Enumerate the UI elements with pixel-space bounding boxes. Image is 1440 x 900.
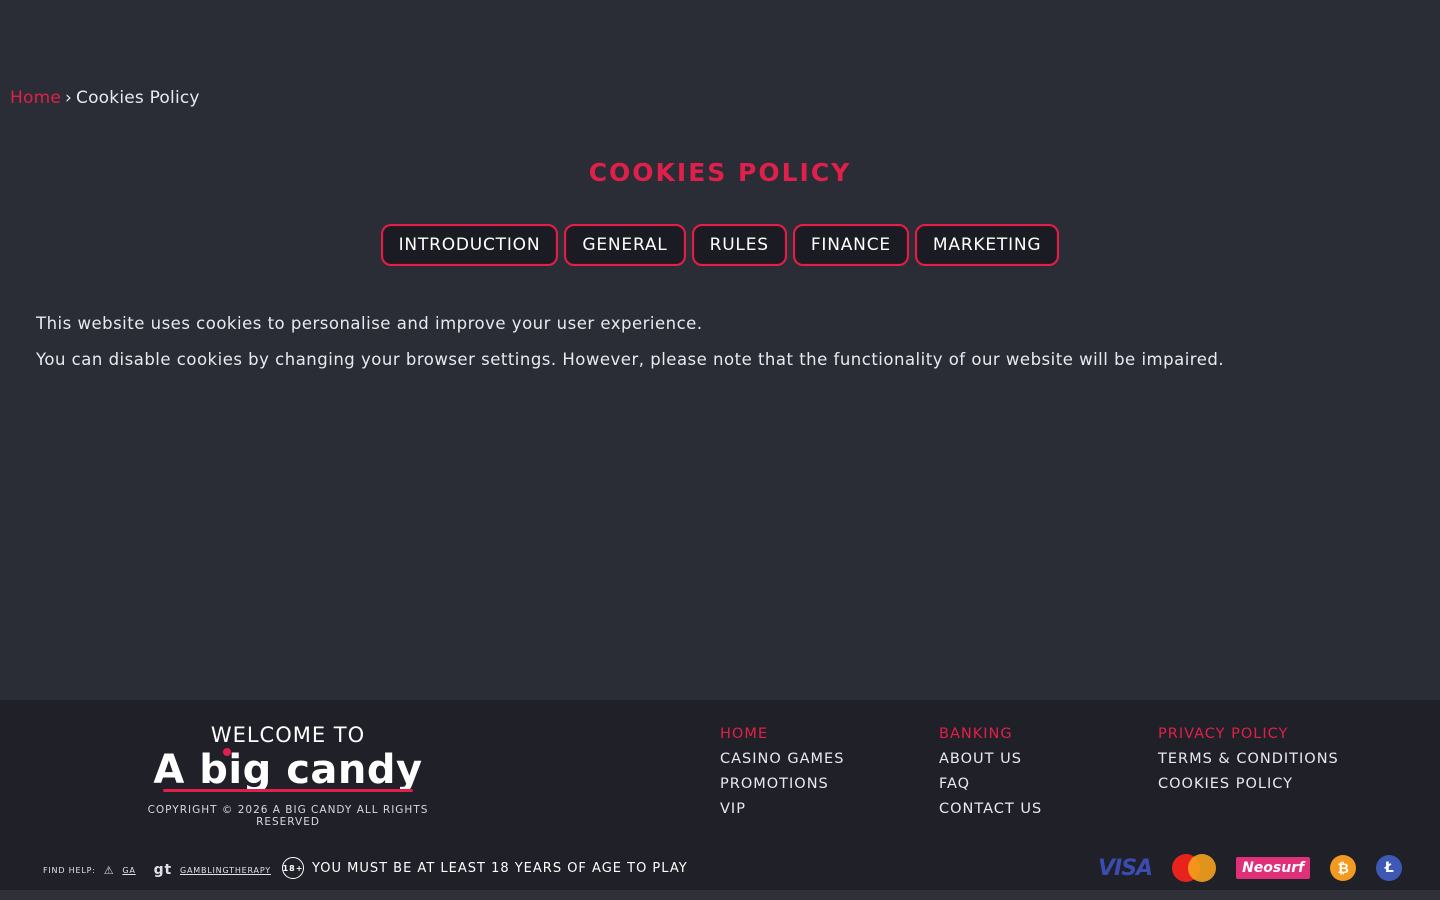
footer-link-casino-games[interactable]: CASINO GAMES [720, 747, 844, 772]
breadcrumb-home-link[interactable]: Home [10, 88, 61, 108]
breadcrumb-current: Cookies Policy [76, 88, 200, 108]
policy-paragraph: You can disable cookies by changing your… [36, 350, 1225, 369]
age-18-icon: 18+ [282, 857, 304, 879]
footer-link-home[interactable]: HOME [720, 722, 844, 747]
footer-link-banking[interactable]: BANKING [939, 722, 1042, 747]
bottom-strip [0, 890, 1440, 900]
footer-link-privacy-policy[interactable]: PRIVACY POLICY [1158, 722, 1339, 747]
copyright-text: COPYRIGHT © 2026 A BIG CANDY ALL RIGHTS … [147, 804, 429, 828]
site-logo[interactable]: A big candy [153, 748, 422, 792]
age-notice: 18+ YOU MUST BE AT LEAST 18 YEARS OF AGE… [282, 857, 688, 879]
section-tabs: INTRODUCTION GENERAL RULES FINANCE MARKE… [0, 224, 1440, 266]
welcome-text: WELCOME TO [210, 723, 366, 747]
tab-finance[interactable]: FINANCE [792, 224, 909, 266]
policy-paragraph: This website uses cookies to personalise… [36, 314, 703, 333]
footer-links-col1: HOME CASINO GAMES PROMOTIONS VIP [720, 722, 844, 822]
find-help-label: FIND HELP: [43, 865, 96, 875]
gambling-therapy-link[interactable]: GAMBLINGTHERAPY [180, 866, 271, 875]
footer-link-vip[interactable]: VIP [720, 797, 844, 822]
gamblers-anonymous-icon[interactable]: ⚠ [104, 864, 115, 877]
page-title: COOKIES POLICY [588, 158, 852, 187]
breadcrumb: Home › Cookies Policy [10, 88, 200, 108]
footer-link-faq[interactable]: FAQ [939, 772, 1042, 797]
age-notice-text: YOU MUST BE AT LEAST 18 YEARS OF AGE TO … [312, 860, 688, 876]
policy-content: This website uses cookies to personalise… [36, 306, 1406, 378]
site-footer: WELCOME TO A big candy COPYRIGHT © 2026 … [0, 700, 1440, 890]
footer-link-about-us[interactable]: ABOUT US [939, 747, 1042, 772]
payment-methods: VISA Neosurf ₿ Ł [1098, 854, 1403, 882]
tab-introduction[interactable]: INTRODUCTION [380, 224, 559, 266]
footer-brand: WELCOME TO A big candy COPYRIGHT © 2026 … [120, 722, 456, 828]
tab-marketing[interactable]: MARKETING [914, 224, 1060, 266]
logo-underline [163, 789, 413, 792]
breadcrumb-separator: › [65, 88, 73, 108]
footer-links-col2: BANKING ABOUT US FAQ CONTACT US [939, 722, 1042, 822]
neosurf-icon: Neosurf [1236, 857, 1311, 879]
visa-icon: VISA [1098, 855, 1153, 881]
footer-link-contact-us[interactable]: CONTACT US [939, 797, 1042, 822]
gambling-therapy-icon[interactable]: gt [154, 862, 172, 878]
litecoin-icon: Ł [1376, 855, 1403, 881]
gamblers-anonymous-link[interactable]: GA [122, 866, 135, 875]
logo-text: A big candy [153, 747, 423, 793]
footer-links-col3: PRIVACY POLICY TERMS & CONDITIONS COOKIE… [1158, 722, 1339, 797]
footer-link-promotions[interactable]: PROMOTIONS [720, 772, 844, 797]
tab-general[interactable]: GENERAL [564, 224, 686, 266]
tab-rules[interactable]: RULES [691, 224, 787, 266]
footer-link-cookies-policy[interactable]: COOKIES POLICY [1158, 772, 1339, 797]
footer-link-terms-conditions[interactable]: TERMS & CONDITIONS [1158, 747, 1339, 772]
mastercard-icon [1172, 854, 1217, 882]
find-help: FIND HELP: ⚠ GA gt GAMBLINGTHERAPY [43, 862, 271, 878]
bitcoin-icon: ₿ [1330, 855, 1357, 881]
top-bar [0, 0, 1440, 80]
